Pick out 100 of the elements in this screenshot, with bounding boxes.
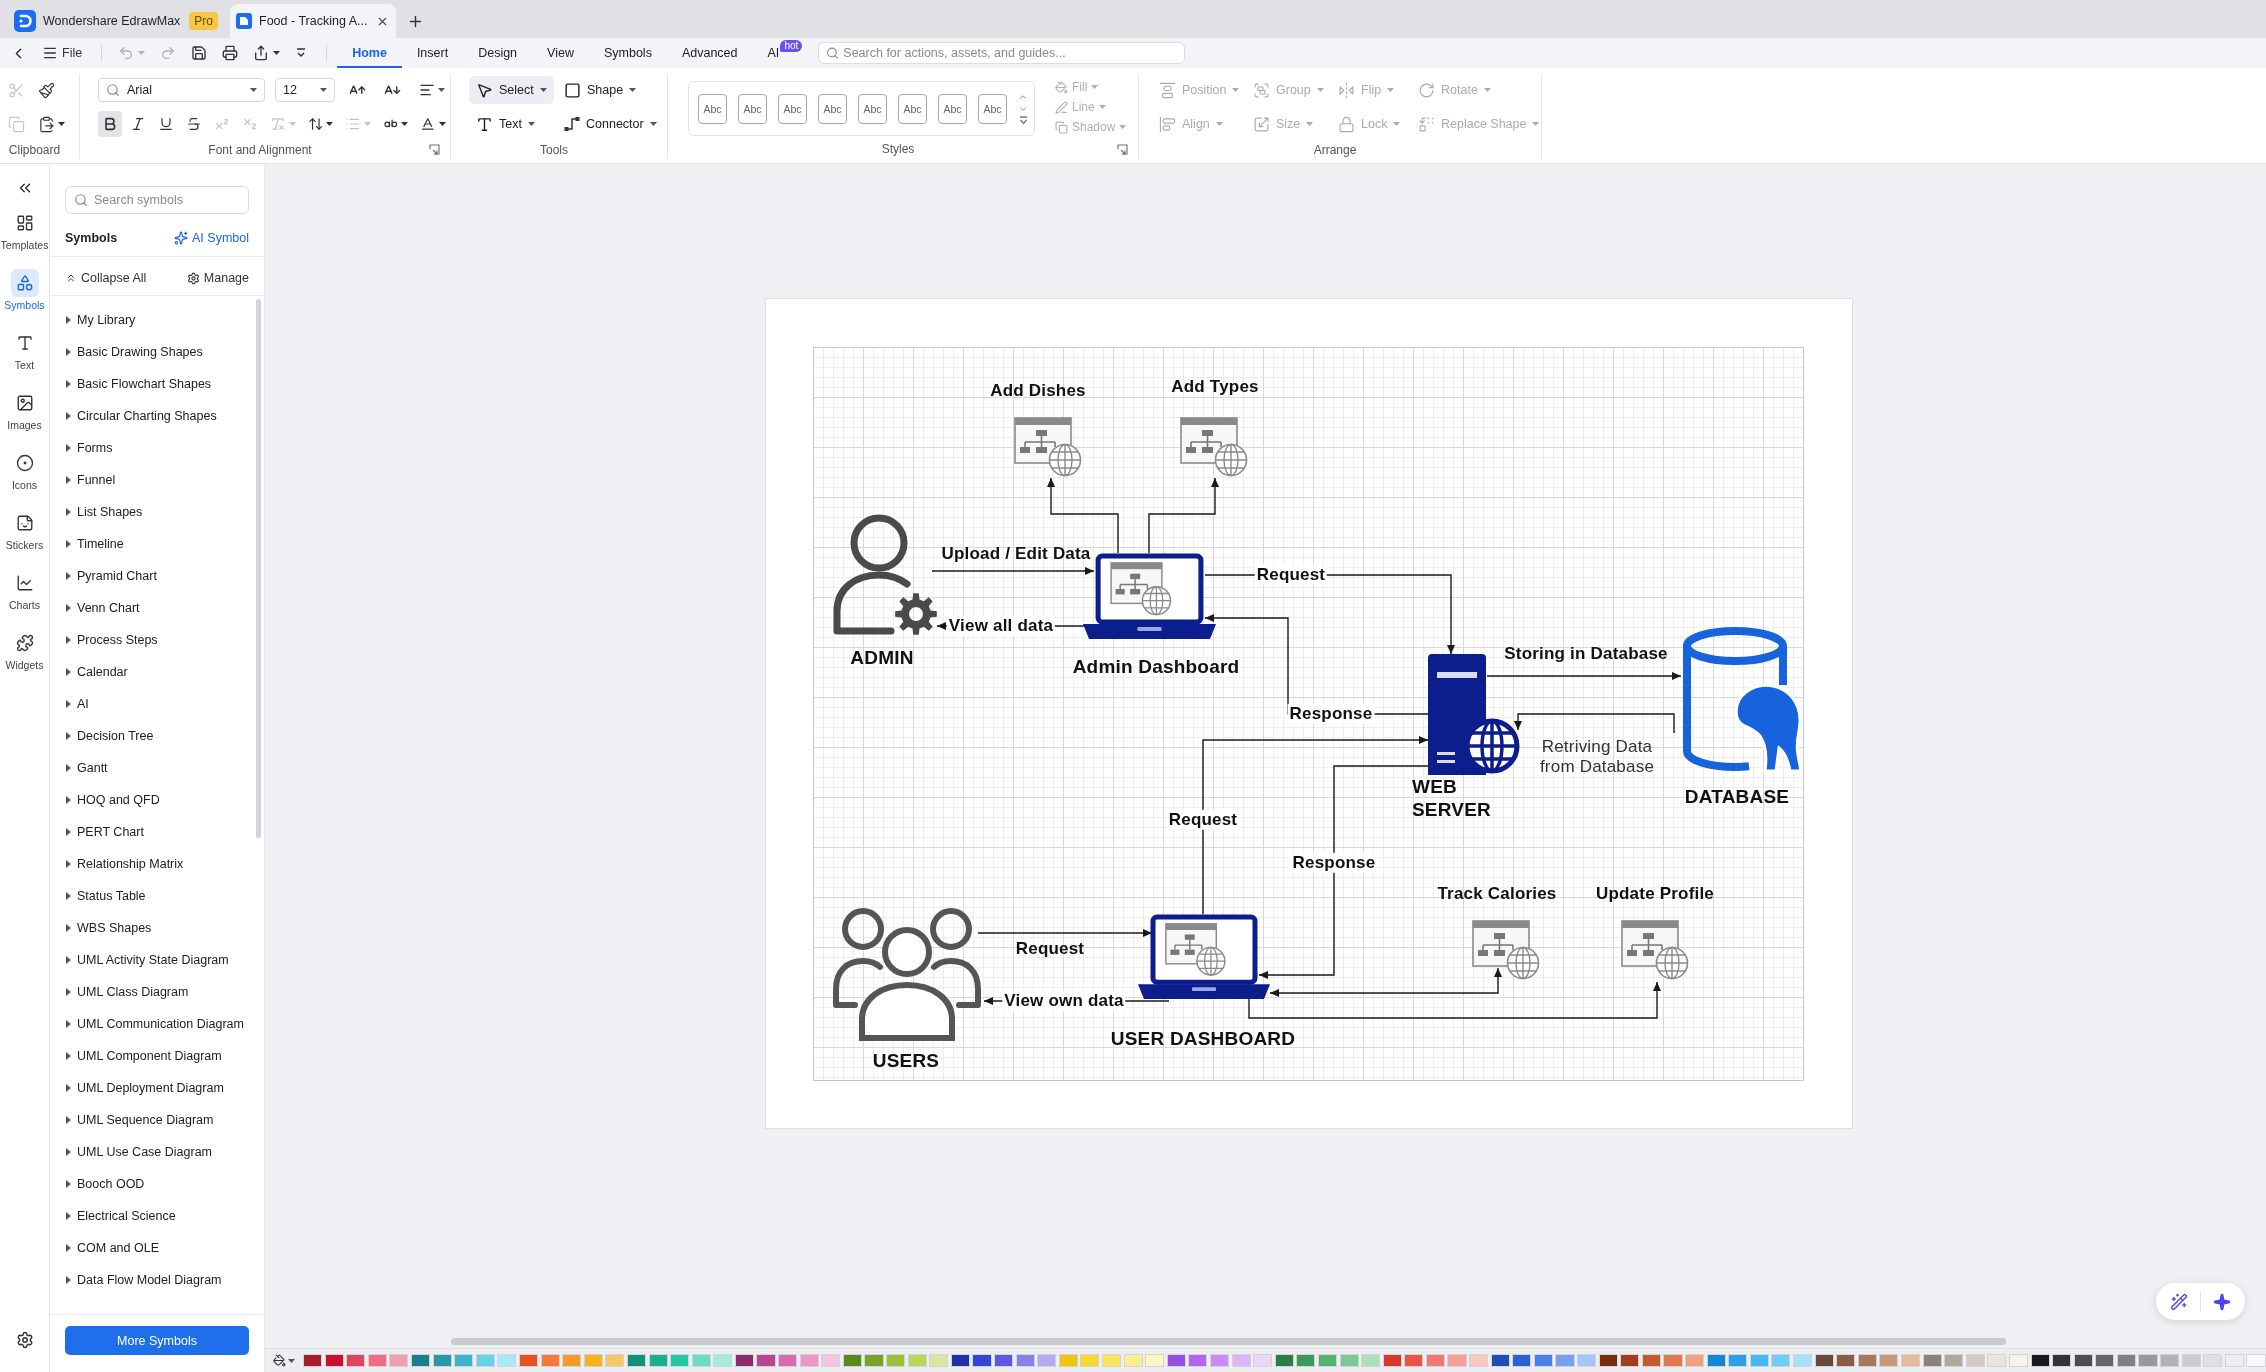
sidebar-tab[interactable]: Text — [0, 329, 50, 389]
swatch-icon[interactable] — [1361, 1354, 1381, 1367]
menu-tab[interactable]: Symbols — [588, 38, 667, 68]
swatch-icon[interactable] — [907, 1354, 927, 1367]
fill-color-button[interactable] — [273, 1354, 295, 1367]
swatch-icon[interactable] — [1685, 1354, 1705, 1367]
swatch-icon[interactable] — [1188, 1354, 1208, 1367]
swatch-icon[interactable] — [540, 1354, 560, 1367]
swatch-icon[interactable] — [1317, 1354, 1337, 1367]
library-item[interactable]: UML Component Diagram — [50, 1040, 264, 1072]
library-item[interactable]: COM and OLE — [50, 1232, 264, 1264]
swatch-icon[interactable] — [2030, 1354, 2050, 1367]
style-preset[interactable]: Abc — [778, 93, 807, 124]
font-size-field[interactable]: 12 — [275, 78, 335, 102]
swatch-icon[interactable] — [2203, 1354, 2223, 1367]
swatch-icon[interactable] — [1080, 1354, 1100, 1367]
swatch-icon[interactable] — [1922, 1354, 1942, 1367]
library-item[interactable]: Electrical Science — [50, 1200, 264, 1232]
style-preset[interactable]: Abc — [898, 93, 927, 124]
library-item[interactable]: Relationship Matrix — [50, 848, 264, 880]
library-item[interactable]: Calendar — [50, 656, 264, 688]
swatch-icon[interactable] — [432, 1354, 452, 1367]
library-item[interactable]: UML Use Case Diagram — [50, 1136, 264, 1168]
sidebar-tab[interactable]: Templates — [0, 209, 50, 269]
library-item[interactable]: Basic Drawing Shapes — [50, 336, 264, 368]
library-item[interactable]: Pyramid Chart — [50, 560, 264, 592]
library-item[interactable]: Basic Flowchart Shapes — [50, 368, 264, 400]
swatch-icon[interactable] — [670, 1354, 690, 1367]
sidebar-tab[interactable]: Stickers — [0, 509, 50, 569]
swatch-icon[interactable] — [1123, 1354, 1143, 1367]
library-item[interactable]: Timeline — [50, 528, 264, 560]
swatch-icon[interactable] — [691, 1354, 711, 1367]
swatch-icon[interactable] — [1015, 1354, 1035, 1367]
swatch-icon[interactable] — [950, 1354, 970, 1367]
style-preset[interactable]: Abc — [818, 93, 847, 124]
library-item[interactable]: UML Deployment Diagram — [50, 1072, 264, 1104]
dialog-launcher-icon[interactable] — [1117, 143, 1128, 155]
style-preset[interactable]: Abc — [698, 93, 727, 124]
sparkle-button[interactable] — [2213, 1292, 2231, 1311]
swatch-icon[interactable] — [1339, 1354, 1359, 1367]
swatch-icon[interactable] — [410, 1354, 431, 1367]
swatch-icon[interactable] — [1037, 1354, 1057, 1367]
swatch-icon[interactable] — [1274, 1354, 1294, 1367]
library-item[interactable]: Venn Chart — [50, 592, 264, 624]
tool-button[interactable]: Text — [469, 110, 542, 138]
menu-tab[interactable]: Design — [463, 38, 533, 68]
vertical-scrollbar[interactable] — [256, 299, 261, 838]
library-item[interactable]: My Library — [50, 304, 264, 336]
library-item[interactable]: Funnel — [50, 464, 264, 496]
swatch-icon[interactable] — [1706, 1354, 1726, 1367]
menu-tab[interactable]: View — [532, 38, 589, 68]
manage-button[interactable]: Manage — [186, 271, 249, 285]
swatch-icon[interactable] — [1857, 1354, 1877, 1367]
swatch-icon[interactable] — [562, 1354, 582, 1367]
tool-button[interactable]: Select — [469, 76, 554, 104]
swatch-icon[interactable] — [1490, 1354, 1510, 1367]
swatch-icon[interactable] — [1166, 1354, 1186, 1367]
library-item[interactable]: WBS Shapes — [50, 912, 264, 944]
swatch-icon[interactable] — [1577, 1354, 1597, 1367]
document-tab[interactable]: Food - Tracking A... — [230, 4, 397, 38]
swatch-icon[interactable] — [2160, 1354, 2180, 1367]
style-preset[interactable]: Abc — [978, 93, 1007, 124]
tool-button[interactable]: Connector — [557, 110, 664, 138]
library-item[interactable]: PERT Chart — [50, 816, 264, 848]
swatch-icon[interactable] — [583, 1354, 603, 1367]
style-preset[interactable]: Abc — [738, 93, 767, 124]
swatch-icon[interactable] — [303, 1354, 323, 1367]
swatch-icon[interactable] — [778, 1354, 798, 1367]
swatch-icon[interactable] — [389, 1354, 409, 1367]
swatch-icon[interactable] — [1296, 1354, 1316, 1367]
format-button[interactable] — [98, 111, 122, 137]
swatch-icon[interactable] — [972, 1354, 992, 1367]
library-item[interactable]: UML Sequence Diagram — [50, 1104, 264, 1136]
swatch-icon[interactable] — [497, 1354, 517, 1367]
library-item[interactable]: Gantt — [50, 752, 264, 784]
swatch-icon[interactable] — [1209, 1354, 1230, 1367]
sidebar-tab[interactable]: Charts — [0, 569, 50, 629]
sidebar-tab[interactable]: Images — [0, 389, 50, 449]
swatch-icon[interactable] — [2246, 1354, 2266, 1367]
swatch-icon[interactable] — [2181, 1354, 2201, 1367]
swatch-icon[interactable] — [1512, 1354, 1532, 1367]
swatch-icon[interactable] — [475, 1354, 495, 1367]
swatch-icon[interactable] — [994, 1354, 1014, 1367]
menu-tab[interactable]: Insert — [401, 38, 464, 68]
more-styles-button[interactable] — [1018, 116, 1028, 125]
swatch-icon[interactable] — [886, 1354, 906, 1367]
swatch-icon[interactable] — [1965, 1354, 1985, 1367]
swatch-icon[interactable] — [1533, 1354, 1553, 1367]
scroll-down-button[interactable] — [1018, 104, 1028, 114]
swatch-icon[interactable] — [1145, 1354, 1165, 1367]
swatch-icon[interactable] — [1792, 1354, 1813, 1367]
swatch-icon[interactable] — [2008, 1354, 2028, 1367]
swatch-icon[interactable] — [821, 1354, 841, 1367]
swatch-icon[interactable] — [1555, 1354, 1575, 1367]
swatch-icon[interactable] — [1231, 1354, 1251, 1367]
swatch-icon[interactable] — [1879, 1354, 1899, 1367]
swatch-icon[interactable] — [2116, 1354, 2136, 1367]
scroll-up-button[interactable] — [1018, 92, 1028, 102]
font-family-field[interactable]: Arial — [98, 78, 265, 102]
swatch-icon[interactable] — [799, 1354, 819, 1367]
